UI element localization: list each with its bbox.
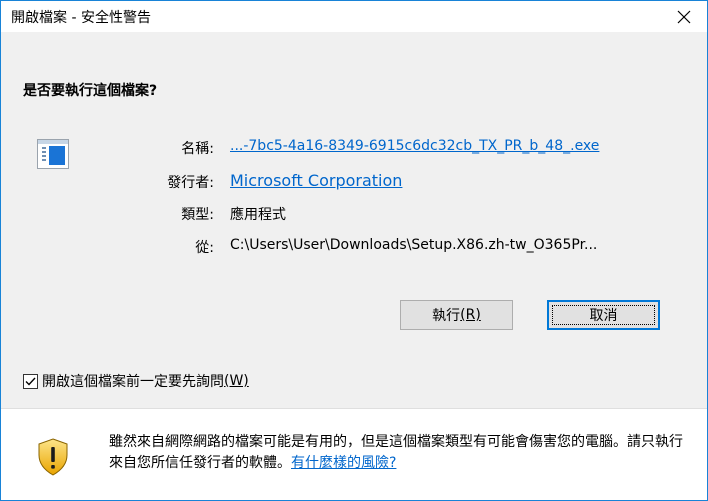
file-type-label: 類型:	[181, 207, 214, 223]
risk-info-link[interactable]: 有什麼樣的風險?	[291, 455, 396, 471]
file-name-label: 名稱:	[181, 141, 214, 157]
close-icon	[677, 10, 691, 23]
run-button[interactable]: 執行 (R)	[400, 300, 513, 330]
file-type-value: 應用程式	[230, 207, 286, 223]
checkmark-icon	[25, 377, 36, 386]
publisher-label: 發行者:	[167, 175, 214, 191]
focus-rectangle	[552, 305, 655, 325]
file-source-path: C:\Users\User\Downloads\Setup.X86.zh-tw_…	[230, 237, 598, 253]
publisher-row: 發行者: Microsoft Corporation	[1, 171, 707, 193]
security-warning-dialog: 開啟檔案 - 安全性警告 是否要執行這個檔案? 名稱: ...-7bc5-4a1…	[0, 0, 708, 501]
file-type-row: 類型: 應用程式	[1, 204, 707, 224]
run-button-label: 執行	[432, 308, 461, 324]
warning-message: 雖然來自網際網路的檔案可能是有用的，但是這個檔案類型有可能會傷害您的電腦。請只執…	[109, 432, 689, 474]
dialog-body: 是否要執行這個檔案? 名稱: ...-7bc5-4a16-8349-6915c6…	[1, 32, 707, 389]
window-title: 開啟檔案 - 安全性警告	[11, 10, 151, 26]
always-ask-label: 開啟這個檔案前一定要先詢問	[42, 374, 224, 390]
question-heading: 是否要執行這個檔案?	[23, 83, 158, 99]
always-ask-option[interactable]: 開啟這個檔案前一定要先詢問 (W)	[23, 371, 249, 391]
publisher-link[interactable]: Microsoft Corporation	[230, 171, 402, 190]
title-bar[interactable]: 開啟檔案 - 安全性警告	[1, 1, 707, 32]
file-source-row: 從: C:\Users\User\Downloads\Setup.X86.zh-…	[1, 237, 707, 257]
file-name-row: 名稱: ...-7bc5-4a16-8349-6915c6dc32cb_TX_P…	[1, 138, 707, 158]
always-ask-accel: (W)	[224, 373, 249, 389]
always-ask-checkbox[interactable]	[23, 373, 38, 389]
warning-footer: 雖然來自網際網路的檔案可能是有用的，但是這個檔案類型有可能會傷害您的電腦。請只執…	[1, 408, 707, 500]
file-name-link[interactable]: ...-7bc5-4a16-8349-6915c6dc32cb_TX_PR_b_…	[230, 138, 599, 154]
file-source-label: 從:	[195, 240, 214, 256]
security-shield-icon	[38, 438, 68, 476]
close-button[interactable]	[661, 1, 707, 32]
cancel-button[interactable]: 取消	[547, 300, 660, 330]
run-button-accel: (R)	[460, 307, 481, 323]
